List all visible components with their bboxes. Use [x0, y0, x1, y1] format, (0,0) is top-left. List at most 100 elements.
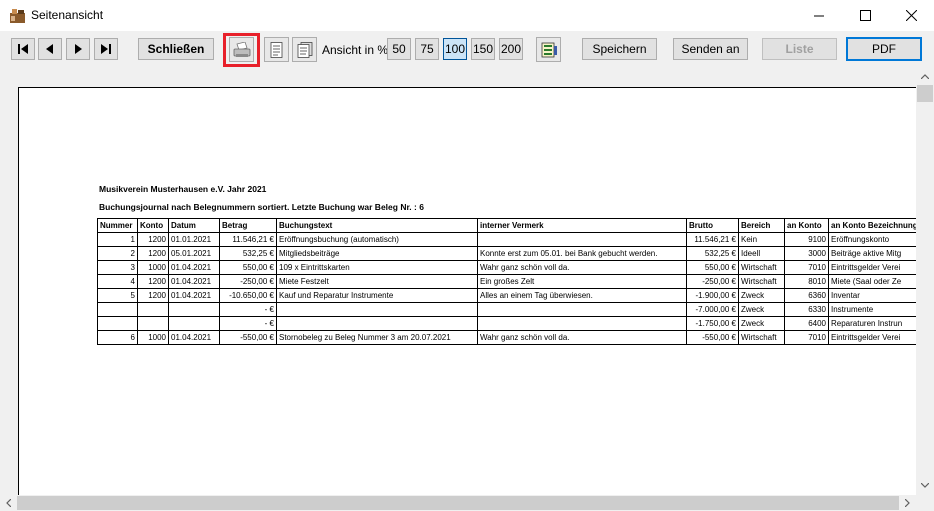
last-page-button[interactable]: [94, 38, 118, 60]
vertical-scrollbar[interactable]: [916, 68, 934, 495]
horizontal-scroll-thumb[interactable]: [17, 496, 899, 510]
column-header: Nummer: [97, 218, 138, 233]
table-cell: 01.04.2021: [168, 274, 220, 289]
app-icon: [10, 9, 25, 23]
table-cell: Eröffnungskonto: [828, 232, 916, 247]
column-header: Brutto: [686, 218, 739, 233]
previous-page-button[interactable]: [38, 38, 62, 60]
table-cell: 109 x Eintrittskarten: [276, 260, 478, 275]
table-cell: [477, 316, 687, 331]
table-cell: [276, 302, 478, 317]
table-cell: 1200: [137, 246, 169, 261]
table-cell: 6400: [784, 316, 829, 331]
scrollbar-corner: [916, 495, 934, 511]
title-bar: Seitenansicht: [0, 0, 934, 31]
table-row: 6 1000 01.04.2021 -550,00 € Stornobeleg zu B…: [97, 330, 916, 345]
export-button[interactable]: [536, 37, 561, 62]
save-button[interactable]: Speichern: [582, 38, 657, 60]
zoom-100-button[interactable]: 100: [443, 38, 467, 60]
table-cell: [168, 316, 220, 331]
table-cell: 1200: [137, 232, 169, 247]
multiple-pages-icon: [297, 41, 312, 58]
table-cell: 11.546,21 €: [219, 232, 277, 247]
multi-page-view-button[interactable]: [292, 37, 317, 62]
table-cell: -250,00 €: [686, 274, 739, 289]
scroll-left-icon[interactable]: [6, 499, 11, 507]
close-preview-button[interactable]: Schließen: [138, 38, 214, 60]
table-cell: 6: [97, 330, 138, 345]
table-header-row: Nummer Konto Datum Betrag Buchungstext i…: [97, 218, 916, 233]
table-cell: 11.546,21 €: [686, 232, 739, 247]
column-header: interner Vermerk: [477, 218, 687, 233]
table-cell: -10.650,00 €: [219, 288, 277, 303]
zoom-50-button[interactable]: 50: [387, 38, 411, 60]
close-window-button[interactable]: [888, 0, 934, 31]
table-cell: -550,00 €: [686, 330, 739, 345]
table-cell: Inventar: [828, 288, 916, 303]
horizontal-scrollbar[interactable]: [0, 495, 916, 511]
table-cell: 1200: [137, 274, 169, 289]
previous-page-icon: [46, 44, 53, 54]
table-cell: 6360: [784, 288, 829, 303]
zoom-200-button[interactable]: 200: [499, 38, 523, 60]
table-cell: Wirtschaft: [738, 260, 785, 275]
close-icon: [905, 10, 917, 21]
table-cell: 532,25 €: [686, 246, 739, 261]
single-page-view-button[interactable]: [264, 37, 289, 62]
zoom-75-button[interactable]: 75: [415, 38, 439, 60]
list-button[interactable]: Liste: [762, 38, 837, 60]
table-cell: Zweck: [738, 316, 785, 331]
table-cell: Kein: [738, 232, 785, 247]
first-page-button[interactable]: [11, 38, 35, 60]
table-cell: Eintrittsgelder Verei: [828, 330, 916, 345]
table-cell: Wirtschaft: [738, 274, 785, 289]
table-cell: 550,00 €: [219, 260, 277, 275]
report-subtitle: Buchungsjournal nach Belegnummern sortie…: [99, 202, 424, 212]
zoom-150-button[interactable]: 150: [471, 38, 495, 60]
table-cell: 1: [97, 232, 138, 247]
minimize-button[interactable]: [796, 0, 842, 31]
table-row: 5 1200 01.04.2021 -10.650,00 € Kauf und Repa…: [97, 288, 916, 303]
table-cell: [276, 316, 478, 331]
table-cell: 1200: [137, 288, 169, 303]
table-row: 3 1000 01.04.2021 550,00 €109 x Eintrittska…: [97, 260, 916, 275]
scroll-right-icon[interactable]: [905, 499, 910, 507]
table-cell: 532,25 €: [219, 246, 277, 261]
table-cell: Wirtschaft: [738, 330, 785, 345]
table-cell: [477, 232, 687, 247]
table-cell: Ideell: [738, 246, 785, 261]
table-cell: [168, 302, 220, 317]
table-cell: 4: [97, 274, 138, 289]
table-cell: Wahr ganz schön voll da.: [477, 260, 687, 275]
table-row: 1 1200 01.01.2021 11.546,21 € Eröffnungsbuch…: [97, 232, 916, 247]
table-cell: 5: [97, 288, 138, 303]
scroll-up-icon[interactable]: [921, 74, 929, 79]
journal-table: Nummer Konto Datum Betrag Buchungstext i…: [97, 218, 916, 345]
table-cell: 1000: [137, 330, 169, 345]
window-title: Seitenansicht: [31, 8, 104, 22]
table-cell: Ein großes Zelt: [477, 274, 687, 289]
table-cell: 05.01.2021: [168, 246, 220, 261]
table-cell: Instrumente: [828, 302, 916, 317]
column-header: Buchungstext: [276, 218, 478, 233]
table-cell: [477, 302, 687, 317]
table-cell: Beiträge aktive Mitg: [828, 246, 916, 261]
vertical-scroll-thumb[interactable]: [917, 85, 933, 102]
scroll-down-icon[interactable]: [921, 483, 929, 488]
table-cell: Miete Festzelt: [276, 274, 478, 289]
send-to-button[interactable]: Senden an: [673, 38, 748, 60]
pdf-button[interactable]: PDF: [846, 37, 922, 61]
column-header: an Konto Bezeichnung: [828, 218, 916, 233]
next-page-icon: [75, 44, 82, 54]
next-page-button[interactable]: [66, 38, 90, 60]
table-cell: -250,00 €: [219, 274, 277, 289]
table-row: - € -1.750,00 € Zweck 6400 Reparaturen Instr…: [97, 316, 916, 331]
maximize-button[interactable]: [842, 0, 888, 31]
table-cell: Eintrittsgelder Verei: [828, 260, 916, 275]
table-cell: 01.04.2021: [168, 260, 220, 275]
table-cell: 01.04.2021: [168, 330, 220, 345]
maximize-icon: [859, 10, 871, 21]
table-cell: [97, 316, 138, 331]
table-cell: Reparaturen Instrun: [828, 316, 916, 331]
page-icon: [270, 41, 282, 58]
